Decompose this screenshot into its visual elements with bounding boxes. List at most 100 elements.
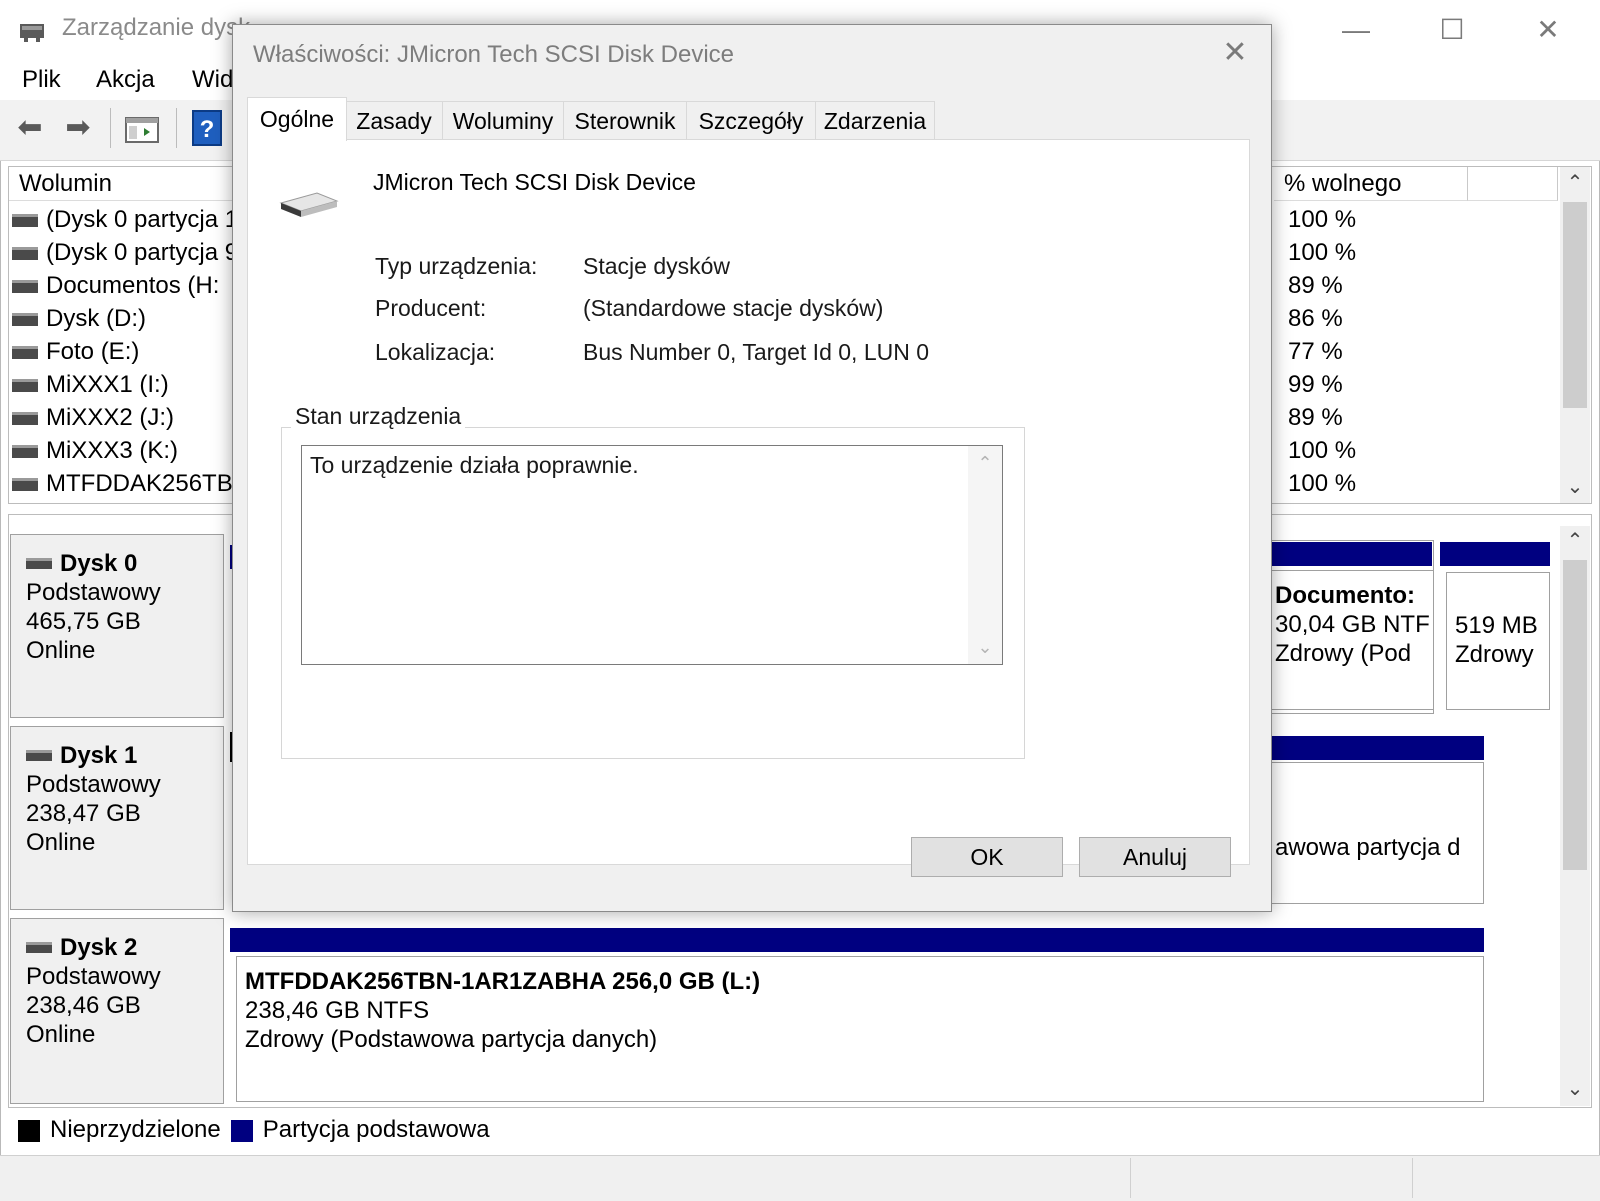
tab-driver[interactable]: Sterownik: [563, 101, 687, 139]
close-main-button[interactable]: ✕: [1524, 10, 1572, 50]
drive-icon: [12, 247, 38, 261]
partition-documentos-details[interactable]: Documento: 30,04 GB NTF Zdrowy (Pod: [1268, 570, 1434, 710]
partition-bar: [1440, 542, 1550, 566]
volume-row[interactable]: Foto (E:): [12, 335, 139, 368]
menu-view[interactable]: Wid: [192, 66, 233, 94]
volume-pct-free: 99 %: [1288, 371, 1343, 398]
main-window-title: Zarządzanie dysk: [62, 14, 251, 41]
legend-unallocated: Nieprzydzielone: [50, 1116, 221, 1143]
drive-icon: [12, 412, 38, 426]
volume-name: (Dysk 0 partycja 1: [46, 206, 239, 233]
drive-icon: [12, 346, 38, 360]
scroll-down-icon[interactable]: ⌄: [1560, 1074, 1590, 1104]
disk-management-app-icon: [20, 24, 44, 42]
disk-0-label[interactable]: Dysk 0 Podstawowy 465,75 GB Online: [10, 534, 224, 718]
device-type-label: Typ urządzenia:: [375, 253, 538, 279]
volume-row[interactable]: Documentos (H:: [12, 269, 219, 302]
volume-name: Foto (E:): [46, 338, 140, 365]
tab-events[interactable]: Zdarzenia: [815, 101, 935, 139]
disk-size: 238,47 GB: [26, 800, 141, 827]
column-header-empty[interactable]: [1468, 167, 1558, 201]
disk-map-scroll-thumb[interactable]: [1563, 560, 1587, 870]
partition-bar: [1268, 542, 1432, 566]
disk-name: Dysk 2: [60, 934, 138, 961]
volume-name: Dysk (D:): [46, 305, 146, 332]
show-hide-console-tree-icon[interactable]: [124, 114, 160, 146]
drive-icon: [12, 313, 38, 327]
column-header-pct-free[interactable]: % wolnego: [1274, 167, 1468, 201]
volume-pct-free: 89 %: [1288, 404, 1343, 431]
disk-2-label[interactable]: Dysk 2 Podstawowy 238,46 GB Online: [10, 918, 224, 1104]
disk-type: Podstawowy: [26, 579, 161, 606]
volume-pct-free: 77 %: [1288, 338, 1343, 365]
status-cell: [1130, 1158, 1131, 1198]
disk-1-label[interactable]: Dysk 1 Podstawowy 238,47 GB Online: [10, 726, 224, 910]
device-status-group-title: Stan urządzenia: [291, 403, 466, 430]
volume-name: MTFDDAK256TBN: [46, 470, 251, 497]
forward-arrow-icon[interactable]: ➡: [58, 108, 98, 148]
partition-bar: [1254, 736, 1484, 760]
volume-list-scroll-thumb[interactable]: [1563, 202, 1587, 408]
drive-icon: [12, 214, 38, 228]
partition-health: Zdrowy (Pod: [1275, 640, 1412, 667]
tab-details[interactable]: Szczegóły: [686, 101, 816, 139]
volume-row[interactable]: (Dysk 0 partycja 9: [12, 236, 238, 269]
menu-file[interactable]: Plik: [22, 66, 61, 94]
partition-size: 519 MB: [1455, 612, 1538, 639]
disk-type: Podstawowy: [26, 771, 161, 798]
status-bar: [0, 1155, 1600, 1201]
help-icon[interactable]: ?: [192, 110, 222, 146]
scroll-up-icon[interactable]: ⌃: [968, 446, 1002, 480]
dialog-title: Właściwości: JMicron Tech SCSI Disk Devi…: [253, 41, 734, 68]
scroll-down-icon[interactable]: ⌄: [1560, 472, 1590, 502]
dialog-close-icon[interactable]: ✕: [1211, 33, 1259, 73]
legend: Nieprzydzielone Partycja podstawowa: [8, 1110, 1592, 1150]
scroll-up-icon[interactable]: ⌃: [1560, 526, 1590, 556]
tab-volumes[interactable]: Woluminy: [442, 101, 564, 139]
drive-icon: [12, 379, 38, 393]
disk-name: Dysk 1: [60, 742, 138, 769]
disk-status: Online: [26, 637, 96, 664]
properties-dialog: Właściwości: JMicron Tech SCSI Disk Devi…: [232, 24, 1272, 912]
volume-row[interactable]: MTFDDAK256TBN: [12, 467, 250, 500]
volume-row[interactable]: MiXXX3 (K:): [12, 434, 178, 467]
volume-row[interactable]: Dysk (D:): [12, 302, 146, 335]
partition-fs: 238,46 GB NTFS: [245, 997, 430, 1024]
disk-drive-icon: [279, 192, 339, 217]
column-header-volume[interactable]: Wolumin: [9, 167, 235, 201]
partition-disk1[interactable]: awowa partycja d: [1254, 762, 1484, 904]
volume-name: MiXXX3 (K:): [46, 437, 179, 464]
volume-row[interactable]: (Dysk 0 partycja 1: [12, 203, 238, 236]
volume-pct-free: 89 %: [1288, 272, 1343, 299]
minimize-button[interactable]: —: [1332, 10, 1380, 50]
disk-name-row: Dysk 0: [26, 549, 223, 578]
partition-disk2[interactable]: MTFDDAK256TBN-1AR1ZABHA 256,0 GB (L:) 23…: [236, 956, 1484, 1102]
volume-pct-free: 86 %: [1288, 305, 1343, 332]
drive-icon: [26, 558, 52, 569]
disk-type: Podstawowy: [26, 963, 161, 990]
volume-pct-free: 100 %: [1288, 239, 1357, 266]
maximize-button[interactable]: ☐: [1428, 10, 1476, 50]
location-label: Lokalizacja:: [375, 339, 496, 365]
partition-519mb[interactable]: 519 MB Zdrowy: [1446, 572, 1550, 710]
volume-row[interactable]: MiXXX2 (J:): [12, 401, 174, 434]
disk-status: Online: [26, 829, 96, 856]
device-status-textbox[interactable]: To urządzenie działa poprawnie. ⌃ ⌄: [301, 445, 1003, 665]
volume-name: MiXXX1 (I:): [46, 371, 169, 398]
drive-icon: [26, 942, 52, 953]
volume-row[interactable]: MiXXX1 (I:): [12, 368, 169, 401]
scroll-up-icon[interactable]: ⌃: [1560, 168, 1590, 198]
volume-pct-free: 100 %: [1288, 470, 1357, 497]
status-textbox-scrollbar[interactable]: ⌃ ⌄: [968, 446, 1002, 664]
ok-button[interactable]: OK: [911, 837, 1063, 877]
back-arrow-icon[interactable]: ⬅: [10, 108, 50, 148]
scroll-down-icon[interactable]: ⌄: [968, 630, 1002, 664]
drive-icon: [12, 445, 38, 459]
cancel-button[interactable]: Anuluj: [1079, 837, 1231, 877]
tab-general[interactable]: Ogólne: [247, 97, 347, 141]
menu-action[interactable]: Akcja: [96, 66, 155, 94]
toolbar-separator: [110, 108, 111, 148]
tab-policies[interactable]: Zasady: [345, 101, 443, 139]
disk-name: Dysk 0: [60, 550, 138, 577]
partition-name: MTFDDAK256TBN-1AR1ZABHA 256,0 GB (L:): [245, 968, 761, 995]
